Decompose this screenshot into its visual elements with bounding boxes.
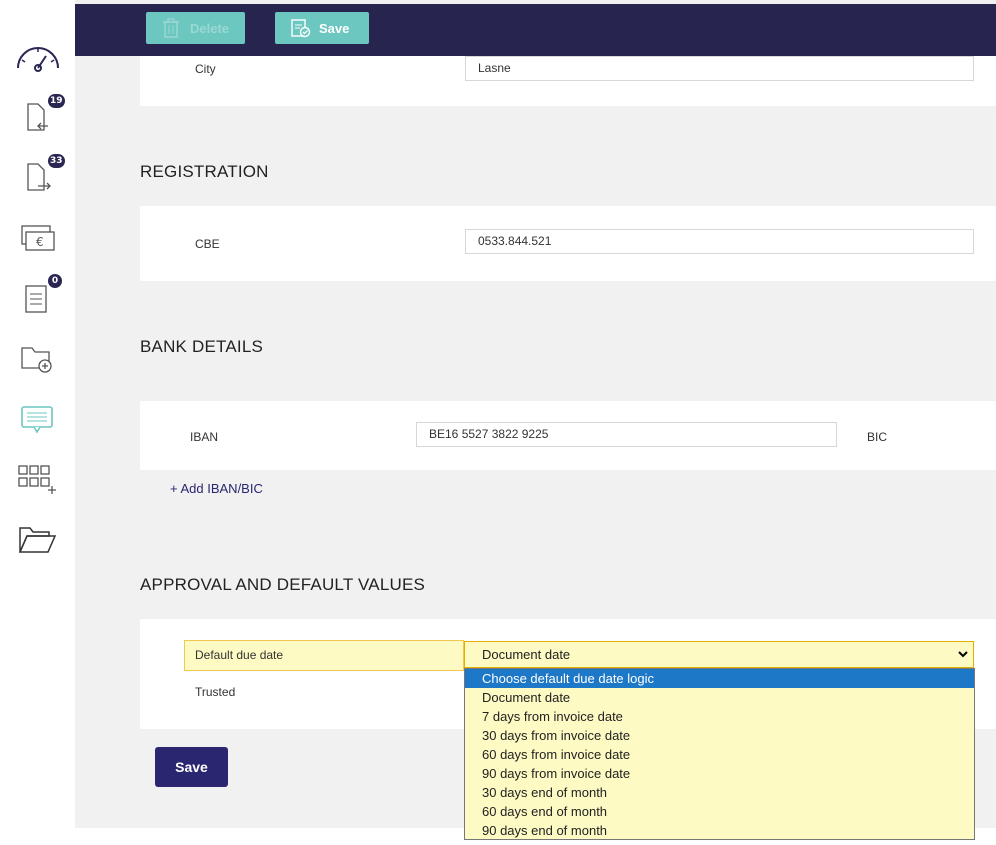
default-due-date-label: Default due date [184, 640, 464, 671]
add-iban-bic-link[interactable]: + Add IBAN/BIC [170, 481, 263, 496]
option-90-days-eom[interactable]: 90 days end of month [465, 821, 974, 840]
bic-label: BIC [867, 430, 888, 444]
sidebar: 19 33 € 0 [0, 0, 75, 845]
incoming-count-badge: 19 [48, 94, 65, 108]
payments-euro-icon[interactable]: € [14, 220, 62, 260]
city-label: City [195, 62, 216, 76]
trusted-label: Trusted [195, 685, 236, 699]
delete-button[interactable]: Delete [146, 12, 245, 44]
top-toolbar: Delete Save [75, 4, 996, 56]
messages-icon[interactable] [14, 400, 62, 440]
option-60-days-eom[interactable]: 60 days end of month [465, 802, 974, 821]
registration-title: REGISTRATION [140, 162, 269, 181]
trash-icon [163, 18, 179, 38]
due-date-options-list: Choose default due date logic Document d… [464, 668, 975, 840]
option-90-days-invoice[interactable]: 90 days from invoice date [465, 764, 974, 783]
cbe-label: CBE [195, 237, 220, 251]
dashboard-gauge-icon[interactable] [14, 40, 62, 80]
approval-title: APPROVAL AND DEFAULT VALUES [140, 575, 426, 594]
option-30-days-invoice[interactable]: 30 days from invoice date [465, 726, 974, 745]
iban-label: IBAN [190, 430, 219, 444]
outgoing-documents-icon[interactable]: 33 [14, 154, 65, 200]
toolbar-save-label: Save [319, 20, 350, 36]
tasks-checklist-icon[interactable]: 0 [14, 274, 62, 320]
option-30-days-eom[interactable]: 30 days end of month [465, 783, 974, 802]
save-button[interactable]: Save [155, 747, 228, 787]
tasks-count-badge: 0 [48, 274, 62, 288]
open-folder-icon[interactable] [14, 520, 62, 560]
outgoing-count-badge: 33 [48, 154, 65, 168]
svg-text:€: € [36, 235, 44, 249]
incoming-documents-icon[interactable]: 19 [14, 94, 65, 140]
cbe-field[interactable]: 0533.844.521 [465, 229, 974, 254]
save-document-icon [291, 19, 311, 38]
default-due-date-value: Document date [482, 647, 571, 662]
option-7-days-invoice[interactable]: 7 days from invoice date [465, 707, 974, 726]
folder-add-icon[interactable] [14, 340, 62, 380]
toolbar-save-button[interactable]: Save [275, 12, 369, 44]
city-field[interactable]: Lasne [465, 56, 974, 81]
delete-button-label: Delete [190, 20, 230, 36]
option-choose-logic[interactable]: Choose default due date logic [465, 669, 974, 688]
option-60-days-invoice[interactable]: 60 days from invoice date [465, 745, 974, 764]
iban-field[interactable]: BE16 5527 3822 9225 [416, 422, 837, 447]
default-due-date-select[interactable]: Document date [464, 641, 974, 668]
apps-grid-add-icon[interactable] [14, 460, 62, 500]
option-document-date[interactable]: Document date [465, 688, 974, 707]
bank-details-title: BANK DETAILS [140, 337, 264, 356]
